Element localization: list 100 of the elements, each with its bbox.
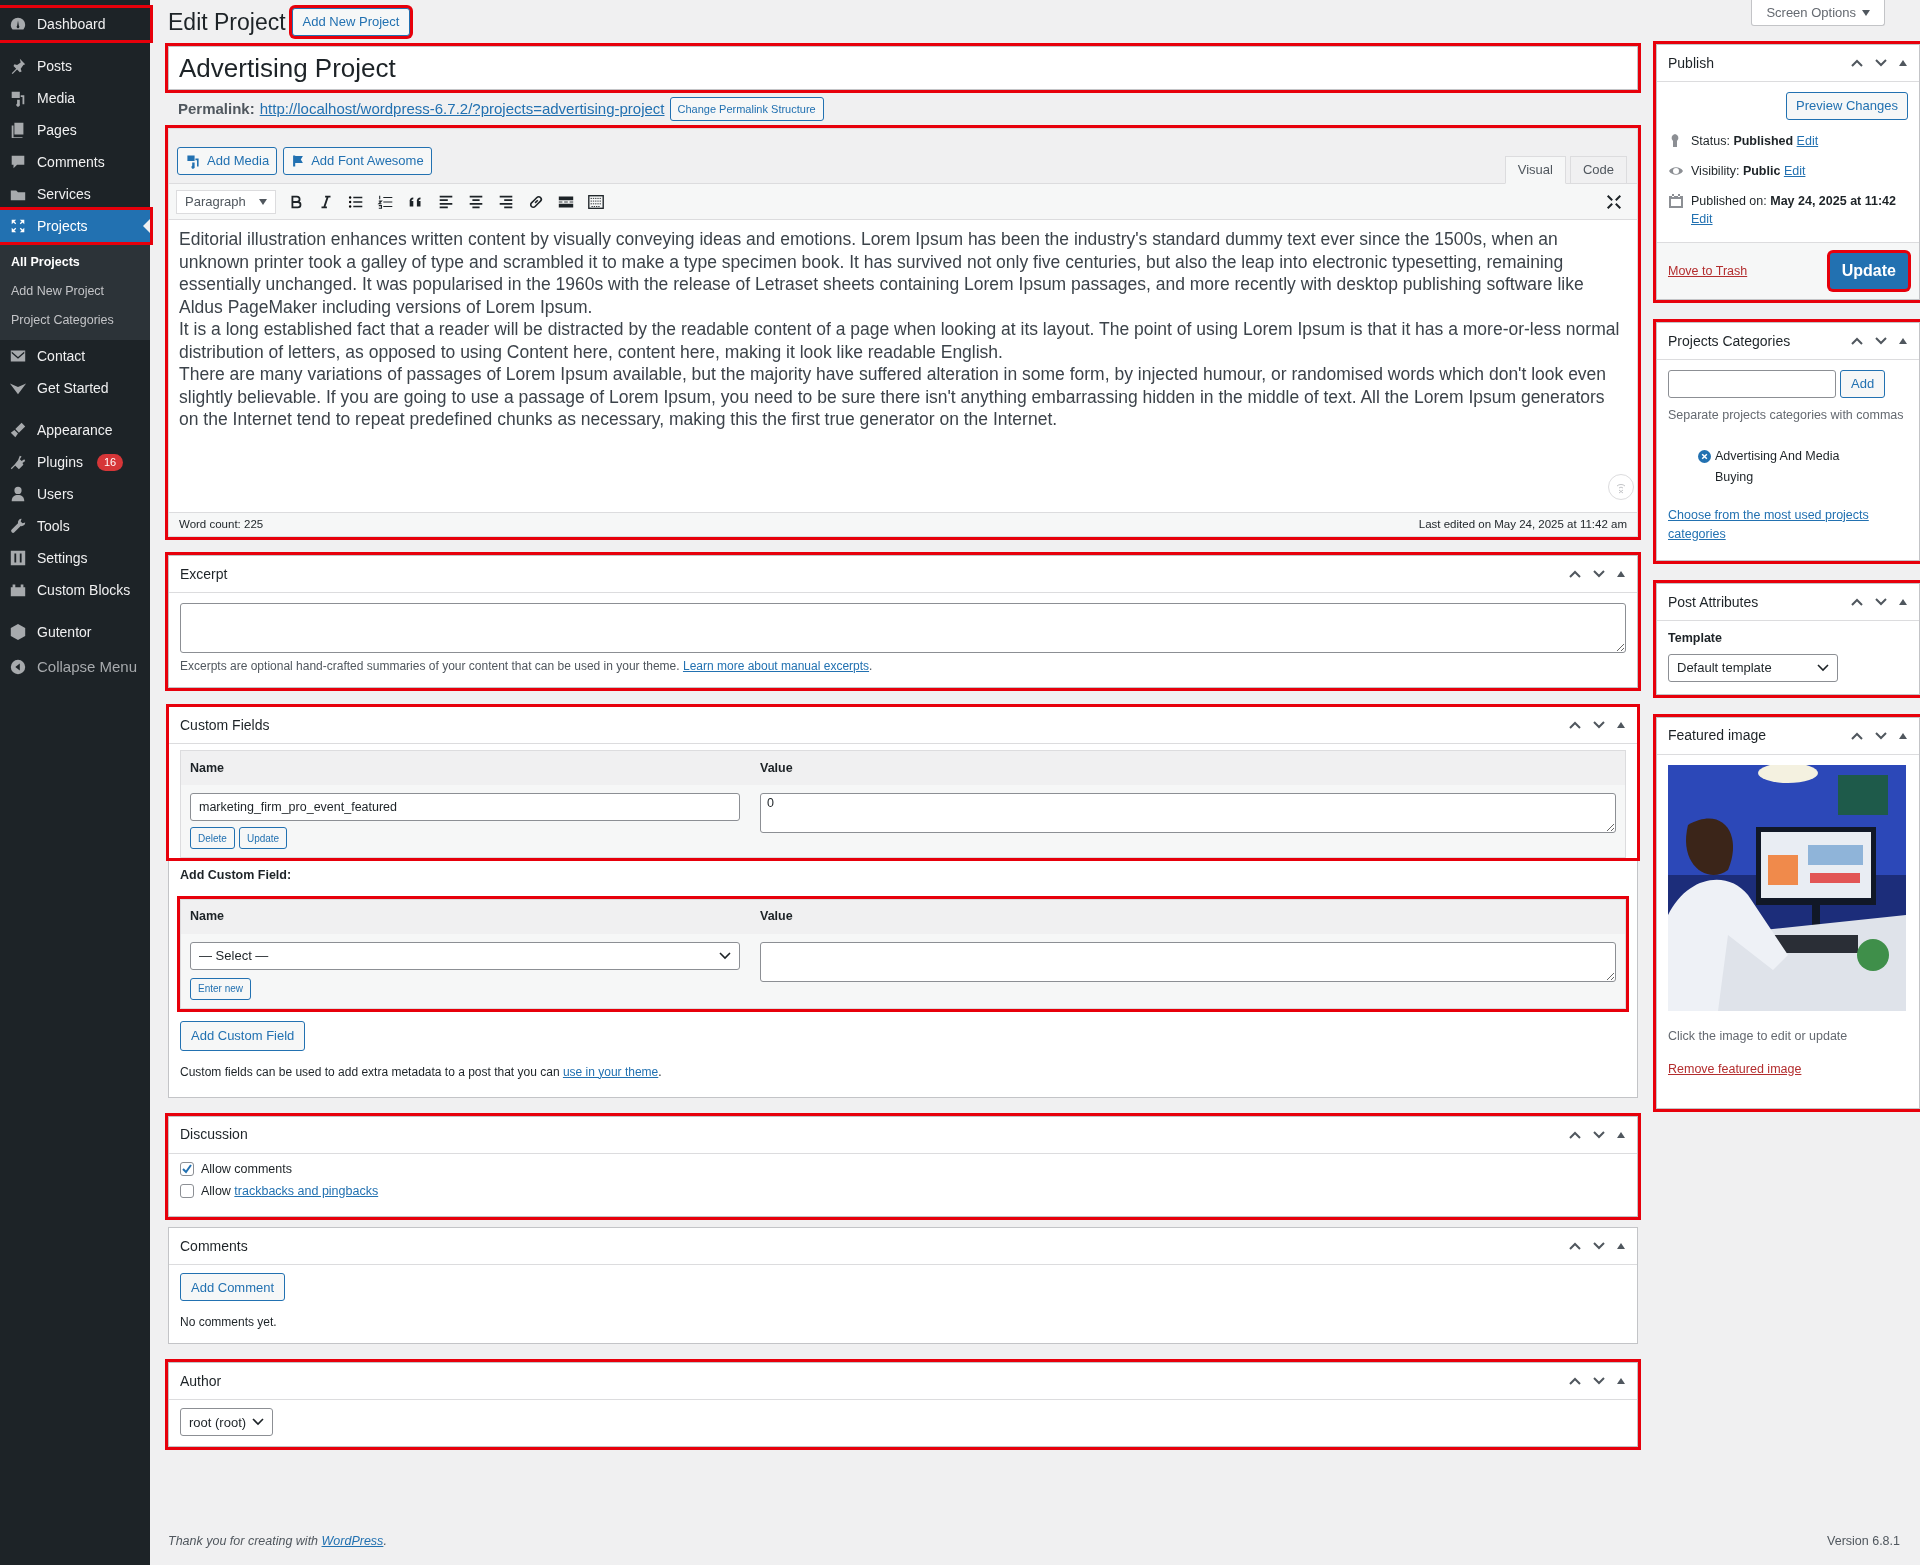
add-comment-button[interactable]: Add Comment (180, 1273, 286, 1302)
field-name-input[interactable]: marketing_firm_pro_event_featured (190, 793, 740, 821)
field-value-input[interactable]: 0 (760, 793, 1616, 833)
panel-title: Author (180, 1371, 222, 1391)
sidebar-item[interactable]: Custom Blocks (0, 574, 150, 607)
user-icon (9, 485, 27, 504)
expand-icon (9, 217, 27, 235)
author-select[interactable]: root (root) (180, 1408, 274, 1437)
sidebar-item[interactable]: Pages (0, 114, 150, 146)
panel-title: Discussion (180, 1125, 248, 1145)
toggle-arrow-icon (1898, 59, 1908, 67)
chevron-down-icon (1592, 569, 1606, 579)
most-used-link[interactable]: Choose from the most used projects categories (1668, 506, 1908, 544)
toggle-arrow-icon (1616, 1242, 1626, 1251)
field-action-button[interactable]: Delete (190, 827, 235, 849)
remove-featured-link[interactable]: Remove featured image (1668, 1061, 1802, 1076)
sidebar-item[interactable]: Get Started (0, 372, 150, 405)
field-action-button[interactable]: Update (238, 827, 288, 849)
media-button[interactable]: Add Media (177, 147, 278, 175)
panel-title: Comments (180, 1236, 248, 1256)
submenu-item[interactable]: All Projects (0, 248, 150, 277)
format-select[interactable]: Paragraph (176, 189, 276, 214)
excerpt-field[interactable] (180, 603, 1626, 653)
excerpt-help: Excerpts are optional hand-crafted summaries of your content that can be used in your theme. Learn more about manual excerpts. (180, 658, 874, 675)
collapse-menu[interactable]: Collapse Menu (0, 650, 150, 685)
sidebar-item[interactable]: Tools (0, 510, 150, 543)
panel-title: Excerpt (180, 564, 228, 584)
enter-new-button[interactable]: Enter new (190, 977, 252, 1000)
sidebar-item[interactable]: Gutentor (0, 616, 150, 649)
sidebar-item[interactable]: Settings (0, 542, 150, 575)
update-button[interactable]: Update (1829, 253, 1908, 289)
edit-link[interactable]: Edit (1691, 212, 1713, 226)
sidebar-item[interactable]: Appearance (0, 414, 150, 447)
caret-icon (252, 1418, 265, 1427)
column-header: Name (190, 759, 226, 777)
panel-title: Custom Fields (180, 715, 270, 735)
edit-link[interactable]: Edit (1796, 134, 1819, 148)
template-select[interactable]: Default template (1668, 653, 1838, 682)
chevron-down-icon (1874, 58, 1888, 68)
last-edited: Last edited on May 24, 2025 at 11:42 am (1418, 516, 1627, 532)
submenu-item[interactable]: Project Categories (0, 305, 150, 335)
checkbox[interactable] (180, 1162, 194, 1177)
field-name-select[interactable]: — Select — (190, 941, 740, 970)
add-custom-field-label: Add Custom Field: (180, 867, 293, 884)
dropdown-arrow-icon (1862, 9, 1870, 16)
screen-options-button[interactable]: Screen Options (1751, 0, 1885, 26)
media-button[interactable]: Add Font Awesome (283, 147, 432, 175)
move-to-trash-link[interactable]: Move to Trash (1668, 261, 1748, 281)
category-tag: Advertising And Media Buying (1715, 446, 1865, 488)
title-field[interactable]: Advertising Project (168, 46, 1638, 90)
editor-tab[interactable]: Code (1569, 156, 1627, 184)
word-count: Word count: 225 (179, 516, 264, 532)
sidebar-item[interactable]: Dashboard (0, 8, 150, 40)
chevron-up-icon (1568, 1241, 1582, 1252)
add-new-button[interactable]: Add New Project (291, 8, 411, 36)
sidebar-item[interactable]: Users (0, 478, 150, 511)
wrench-icon (9, 517, 27, 536)
add-category-button[interactable]: Add (1840, 370, 1886, 398)
panel-title: Post Attributes (1668, 592, 1759, 612)
sidebar-item[interactable]: Media (0, 82, 150, 114)
preview-button[interactable]: Preview Changes (1786, 92, 1908, 120)
chevron-up-icon (1850, 730, 1864, 741)
featured-hint: Click the image to edit or update (1668, 1027, 1849, 1045)
sidebar-item[interactable]: Plugins 16 (0, 446, 150, 479)
sidebar-item[interactable]: Projects (0, 210, 150, 242)
chevron-down-icon (1592, 1129, 1606, 1140)
change-permalink-button[interactable]: Change Permalink Structure (669, 96, 824, 122)
sidebar-item[interactable]: Comments (0, 146, 150, 178)
checkbox-label: Allow comments (201, 1160, 292, 1178)
permalink-label: Permalink: (178, 98, 255, 119)
paragraph: Editorial illustration enhances written content by visually conveying ideas and emotions. Lorem Ipsum has been the industry's standard dummy text ever since the 1500s, when an unknown printer took a galley of type and scrambled it to make a type specimen book. It has survived not only five centuries, but also the leap into electronic typesetting, remaining essentially unchanged. It was popularised in the 1960s with the release of Letraset sheets containing Lorem Ipsum passages, and more recently with desktop publishing software like Aldus PageMaker including versions of Lorem Ipsum. (179, 228, 1585, 318)
edit-link[interactable]: Edit (1783, 164, 1806, 178)
sidebar-item[interactable]: Contact (0, 340, 150, 373)
pointer-icon (143, 219, 150, 233)
toggle-arrow-icon (1898, 731, 1908, 740)
chevron-up-icon (1850, 58, 1864, 68)
trackbacks-link[interactable]: trackbacks and pingbacks (234, 1183, 379, 1198)
permalink-link[interactable]: http://localhost/wordpress-6.7.2/?projects=advertising-project (259, 97, 665, 121)
panel-title: Featured image (1668, 726, 1767, 746)
paragraph: It is a long established fact that a reader will be distracted by the readable content of a page when looking at its layout. The point of using Lorem Ipsum is that it has a more-or-less normal distribution of letters, as opposed to using Content here, content here, making it look like readable English. (179, 318, 1621, 363)
add-custom-field-button[interactable]: Add Custom Field (180, 1020, 306, 1051)
sidebar-item[interactable]: Services (0, 178, 150, 210)
toggle-arrow-icon (1616, 570, 1626, 578)
chevron-down-icon (1874, 730, 1888, 741)
panel-title: Projects Categories (1668, 331, 1791, 351)
editor-tab[interactable]: Visual (1504, 156, 1566, 184)
category-input[interactable] (1668, 370, 1836, 398)
media-icon (185, 153, 201, 169)
chevron-up-icon (1850, 597, 1864, 607)
column-header: Value (760, 759, 794, 777)
submenu-item[interactable]: Add New Project (0, 276, 150, 306)
remove-tag-button[interactable] (1698, 450, 1711, 463)
sidebar-item[interactable]: Posts (0, 50, 150, 82)
template-label: Template (1668, 630, 1723, 647)
publish-info: Visibility: Public Edit (1691, 163, 1806, 180)
checkbox[interactable] (180, 1183, 194, 1198)
chevron-down-icon (1874, 336, 1888, 346)
footer-text: Thank you for creating with WordPress. (168, 1533, 387, 1551)
field-value-input[interactable] (760, 941, 1616, 982)
chevron-up-icon (1568, 1129, 1582, 1140)
